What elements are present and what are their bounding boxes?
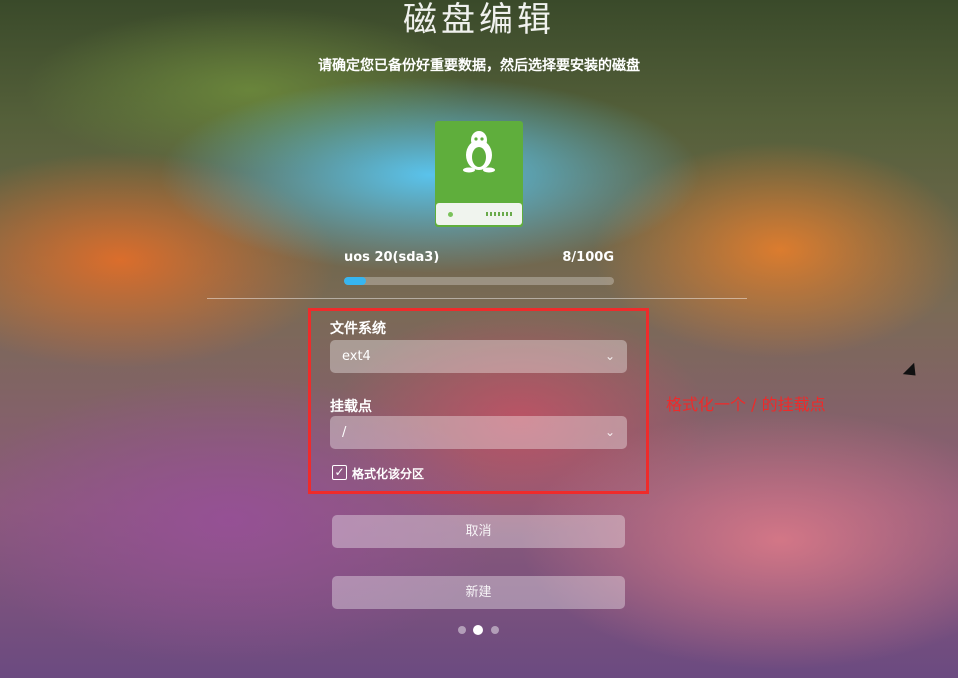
drive-led <box>448 212 453 217</box>
filesystem-value: ext4 <box>342 349 371 364</box>
divider <box>207 298 747 299</box>
disk-usage-bar <box>344 277 614 285</box>
check-icon: ✓ <box>334 465 345 479</box>
linux-disk-icon <box>435 121 523 227</box>
cancel-button[interactable]: 取消 <box>332 515 625 548</box>
page-dot-2[interactable] <box>473 625 483 635</box>
chevron-down-icon: ⌄ <box>604 349 615 363</box>
filesystem-label: 文件系统 <box>330 321 386 337</box>
mountpoint-select[interactable]: / ⌄ <box>330 416 627 449</box>
new-button[interactable]: 新建 <box>332 576 625 609</box>
mountpoint-value: / <box>342 425 347 440</box>
disk-size: 8/100G <box>562 250 614 265</box>
disk-name: uos 20(sda3) <box>344 250 440 265</box>
annotation-text: 格式化一个 / 的挂载点 <box>666 395 826 414</box>
format-partition-label: 格式化该分区 <box>352 467 425 481</box>
format-partition-checkbox[interactable]: ✓ <box>332 465 347 480</box>
penguin-icon <box>463 131 495 173</box>
drive-grille <box>486 212 512 216</box>
disk-usage-fill <box>344 277 366 285</box>
mouse-cursor-icon <box>902 362 922 382</box>
chevron-down-icon: ⌄ <box>604 425 615 439</box>
mountpoint-label: 挂载点 <box>330 399 372 415</box>
page-dot-3[interactable] <box>491 626 499 634</box>
page-title: 磁盘编辑 <box>403 0 555 40</box>
filesystem-select[interactable]: ext4 ⌄ <box>330 340 627 373</box>
page-subtitle: 请确定您已备份好重要数据，然后选择要安装的磁盘 <box>318 58 640 74</box>
page-dot-1[interactable] <box>458 626 466 634</box>
drive-body <box>436 203 522 225</box>
